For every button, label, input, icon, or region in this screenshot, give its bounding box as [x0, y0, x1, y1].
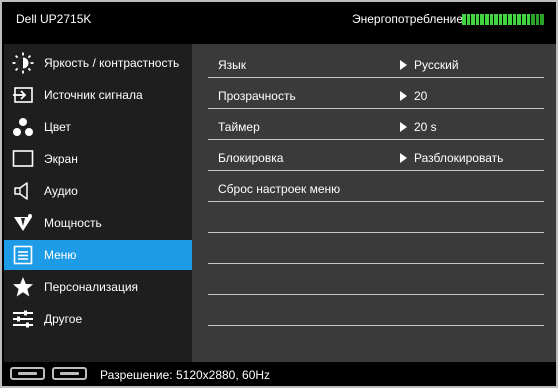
setting-row-transparency[interactable]: Прозрачность 20: [208, 79, 544, 109]
right-arrow-icon: [400, 91, 407, 101]
display-icon: [12, 148, 34, 170]
energy-meter-segment: [485, 14, 489, 25]
right-arrow-icon: [400, 153, 407, 163]
sidebar-item-label: Персонализация: [44, 280, 139, 294]
menu-icon: [12, 244, 34, 266]
sidebar-item-power[interactable]: Мощность: [4, 208, 192, 238]
sidebar-item-label: Аудио: [44, 184, 78, 198]
osd-footer: Разрешение: 5120x2880, 60Hz: [4, 362, 556, 386]
sidebar-item-brightness-contrast[interactable]: Яркость / контрастность: [4, 48, 192, 78]
osd-window: Dell UP2715K Энергопотребление Яркость /…: [0, 0, 558, 388]
sidebar-item-label: Экран: [44, 152, 78, 166]
menu-settings-panel: Язык Русский Прозрачность 20 Таймер 20 s…: [192, 44, 556, 362]
sidebar: Яркость / контрастность Источник сигнала…: [4, 44, 192, 362]
sidebar-item-audio[interactable]: Аудио: [4, 176, 192, 206]
osd-header: Dell UP2715K Энергопотребление: [4, 4, 556, 34]
setting-row-language[interactable]: Язык Русский: [208, 48, 544, 78]
setting-row-menu-reset[interactable]: Сброс настроек меню: [208, 172, 544, 202]
setting-label: Прозрачность: [218, 89, 296, 103]
setting-label: Язык: [218, 58, 247, 72]
energy-meter-segment: [494, 14, 498, 25]
energy-meter-segment: [475, 14, 480, 25]
sidebar-item-input-source[interactable]: Источник сигнала: [4, 80, 192, 110]
setting-row-timer[interactable]: Таймер 20 s: [208, 110, 544, 140]
right-arrow-icon: [400, 60, 407, 70]
audio-icon: [12, 180, 34, 202]
sidebar-item-label: Мощность: [44, 216, 102, 230]
input-source-icon: [12, 84, 34, 106]
sidebar-item-menu[interactable]: Меню: [4, 240, 192, 270]
sidebar-item-label: Цвет: [44, 120, 71, 134]
star-icon: [12, 276, 34, 298]
setting-value: 20 s: [400, 120, 437, 134]
energy-consumption-label: Энергопотребление: [352, 12, 464, 26]
energy-meter-segment: [531, 14, 535, 25]
energy-meter-segment: [471, 14, 475, 25]
setting-row-lock[interactable]: Блокировка Разблокировать: [208, 141, 544, 171]
energy-meter-segment: [521, 14, 526, 25]
setting-row-empty: [208, 296, 544, 326]
setting-value: Русский: [400, 58, 459, 72]
right-arrow-icon: [400, 122, 407, 132]
sidebar-item-display[interactable]: Экран: [4, 144, 192, 174]
energy-meter-segment: [466, 14, 471, 25]
energy-meter-segment: [535, 14, 540, 25]
energy-meter-segment: [526, 14, 531, 25]
monitor-model-title: Dell UP2715K: [16, 12, 92, 26]
setting-value: Разблокировать: [400, 151, 503, 165]
energy-meter-segment: [462, 14, 466, 25]
displayport-icon: [52, 367, 87, 380]
brightness-icon: [12, 52, 34, 74]
sliders-icon: [12, 308, 34, 330]
energy-meter-segment: [503, 14, 508, 25]
energy-meter-segment: [512, 14, 517, 25]
setting-row-empty: [208, 265, 544, 295]
sidebar-item-label: Другое: [44, 312, 83, 326]
sidebar-item-other[interactable]: Другое: [4, 304, 192, 334]
sidebar-item-label: Меню: [44, 248, 77, 262]
sidebar-item-label: Источник сигнала: [44, 88, 143, 102]
setting-row-empty: [208, 203, 544, 233]
setting-value: 20: [400, 89, 427, 103]
setting-label: Сброс настроек меню: [218, 182, 341, 196]
displayport-icon: [10, 367, 45, 380]
power-icon: [12, 212, 34, 234]
energy-meter: [462, 14, 544, 25]
sidebar-item-label: Яркость / контрастность: [44, 56, 180, 70]
energy-meter-segment: [498, 14, 503, 25]
energy-meter-segment: [517, 14, 521, 25]
energy-meter-segment: [480, 14, 485, 25]
energy-meter-segment: [489, 14, 494, 25]
energy-meter-segment: [540, 14, 544, 25]
setting-row-empty: [208, 234, 544, 264]
color-icon: [12, 116, 34, 138]
setting-label: Блокировка: [218, 151, 284, 165]
setting-label: Таймер: [218, 120, 260, 134]
sidebar-item-color[interactable]: Цвет: [4, 112, 192, 142]
sidebar-item-personalize[interactable]: Персонализация: [4, 272, 192, 302]
resolution-info: Разрешение: 5120x2880, 60Hz: [100, 368, 271, 382]
energy-meter-segment: [508, 14, 512, 25]
